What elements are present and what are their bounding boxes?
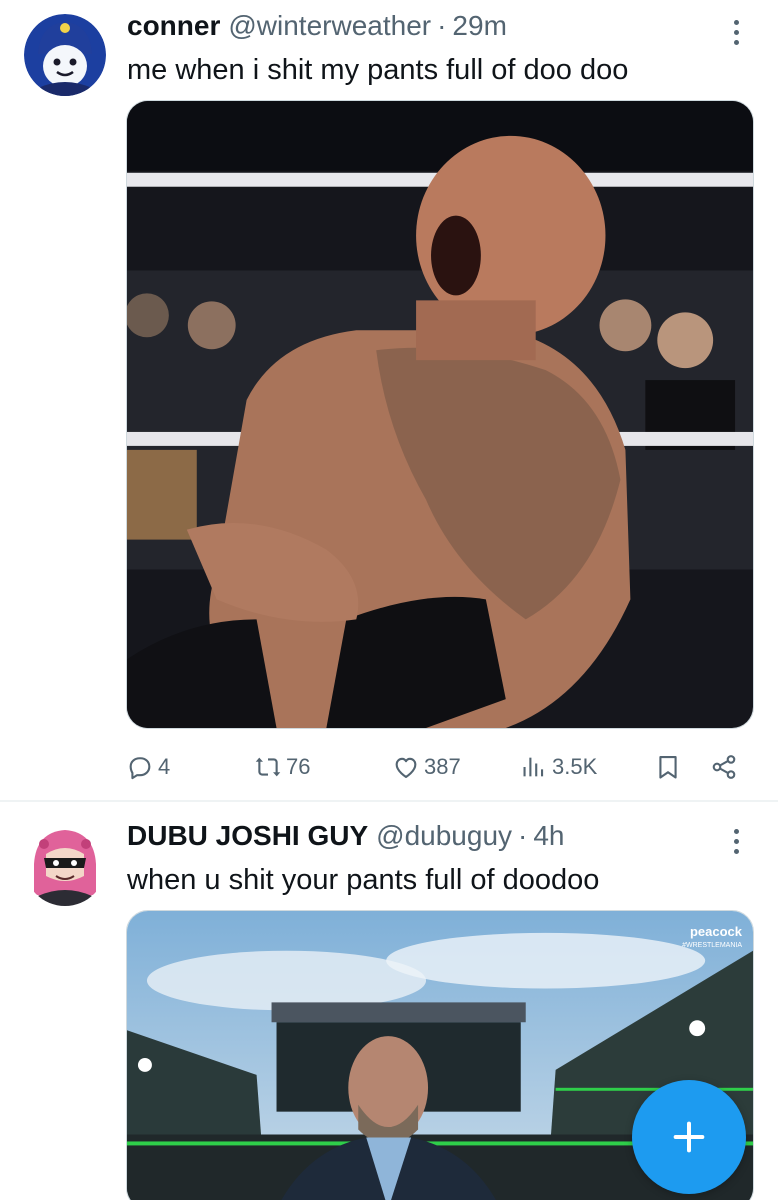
compose-button[interactable]	[632, 1080, 746, 1194]
more-options-icon[interactable]	[726, 824, 746, 858]
reply-button[interactable]: 4	[126, 748, 170, 786]
media-watermark: peacock	[689, 924, 742, 939]
tweet-text: when u shit your pants full of doodoo	[127, 864, 600, 896]
timestamp[interactable]: 29m	[452, 10, 506, 42]
separator-dot: ·	[518, 820, 528, 851]
tweet-header: DUBU JOSHI GUY @dubuguy · 4h	[127, 820, 565, 854]
media-watermark-sub: #WRESTLEMANIA	[682, 942, 742, 949]
share-button[interactable]	[710, 748, 738, 786]
reply-icon	[129, 757, 151, 780]
separator-dot: ·	[437, 10, 447, 41]
user-handle[interactable]: @dubuguy	[376, 820, 512, 852]
bookmark-icon	[659, 756, 677, 779]
tweet-media-image[interactable]	[126, 100, 754, 729]
display-name[interactable]: conner	[127, 10, 220, 42]
user-handle[interactable]: @winterweather	[228, 10, 431, 42]
tweet-text: me when i shit my pants full of doo doo	[127, 54, 629, 86]
repost-icon	[255, 757, 281, 777]
bookmark-button[interactable]	[654, 748, 682, 786]
tweet-1[interactable]: conner @winterweather · 29m me when i sh…	[0, 0, 778, 800]
tweet-header: conner @winterweather · 29m	[127, 10, 507, 44]
repost-count: 76	[286, 754, 311, 779]
avatar[interactable]	[24, 14, 106, 96]
timestamp[interactable]: 4h	[533, 820, 564, 852]
heart-icon	[395, 757, 417, 778]
like-button[interactable]: 387	[392, 748, 461, 786]
like-count: 387	[424, 754, 461, 779]
views-button[interactable]: 3.5K	[520, 748, 597, 786]
views-count: 3.5K	[552, 754, 598, 779]
avatar[interactable]	[24, 824, 106, 906]
reply-count: 4	[158, 754, 171, 779]
plus-icon	[673, 1121, 705, 1153]
share-icon	[712, 755, 736, 779]
display-name[interactable]: DUBU JOSHI GUY	[127, 820, 368, 852]
wrestler-photo	[127, 101, 753, 728]
tweet-actions: 4 76 387 3.5K	[126, 748, 754, 786]
more-options-icon[interactable]	[726, 15, 746, 49]
views-icon	[523, 757, 544, 777]
repost-button[interactable]: 76	[254, 748, 310, 786]
